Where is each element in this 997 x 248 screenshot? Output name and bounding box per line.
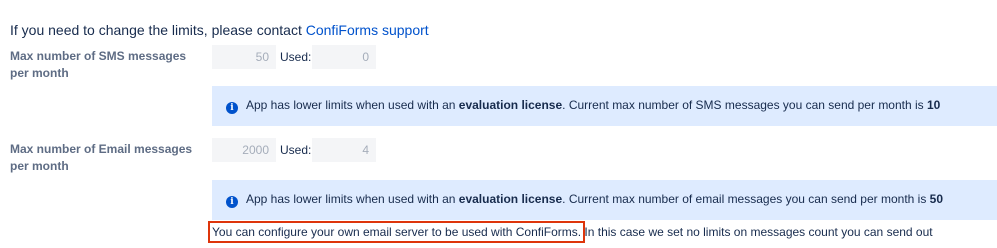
email-server-note-rest: In this case we set no limits on message… bbox=[581, 225, 933, 239]
limits-heading: If you need to change the limits, please… bbox=[10, 22, 429, 38]
sms-info-prefix: App has lower limits when used with an bbox=[246, 98, 459, 112]
info-icon: i bbox=[226, 102, 238, 114]
info-icon: i bbox=[226, 196, 238, 208]
sms-max-field[interactable]: 50 bbox=[212, 45, 276, 69]
email-used-label: Used: bbox=[280, 143, 312, 157]
confiforms-support-link[interactable]: ConfiForms support bbox=[306, 22, 429, 38]
email-server-note: You can configure your own email server … bbox=[207, 221, 933, 243]
sms-used-label: Used: bbox=[280, 50, 312, 64]
email-info-limit: 50 bbox=[929, 192, 944, 206]
email-limit-label: Max number of Email messages per month bbox=[10, 142, 193, 173]
sms-info-limit: 10 bbox=[927, 98, 941, 112]
sms-limit-label: Max number of SMS messages per month bbox=[10, 49, 187, 80]
email-info-license: evaluation license bbox=[458, 192, 563, 206]
sms-info-middle: . Current max number of SMS messages you… bbox=[562, 98, 927, 112]
email-max-field[interactable]: 2000 bbox=[212, 138, 276, 162]
sms-used-field[interactable]: 0 bbox=[312, 45, 376, 69]
email-used-field[interactable]: 4 bbox=[312, 138, 376, 162]
email-server-note-highlight: You can configure your own email server … bbox=[207, 221, 586, 243]
sms-evaluation-info: i App has lower limits when used with an … bbox=[212, 86, 997, 126]
email-evaluation-info: i App has lower limits when used with an … bbox=[212, 180, 997, 220]
email-info-middle: . Current max number of email messages y… bbox=[562, 192, 930, 206]
heading-text: If you need to change the limits, please… bbox=[10, 22, 306, 38]
email-info-prefix: App has lower limits when used with an bbox=[246, 192, 459, 206]
sms-info-license: evaluation license bbox=[458, 98, 563, 112]
